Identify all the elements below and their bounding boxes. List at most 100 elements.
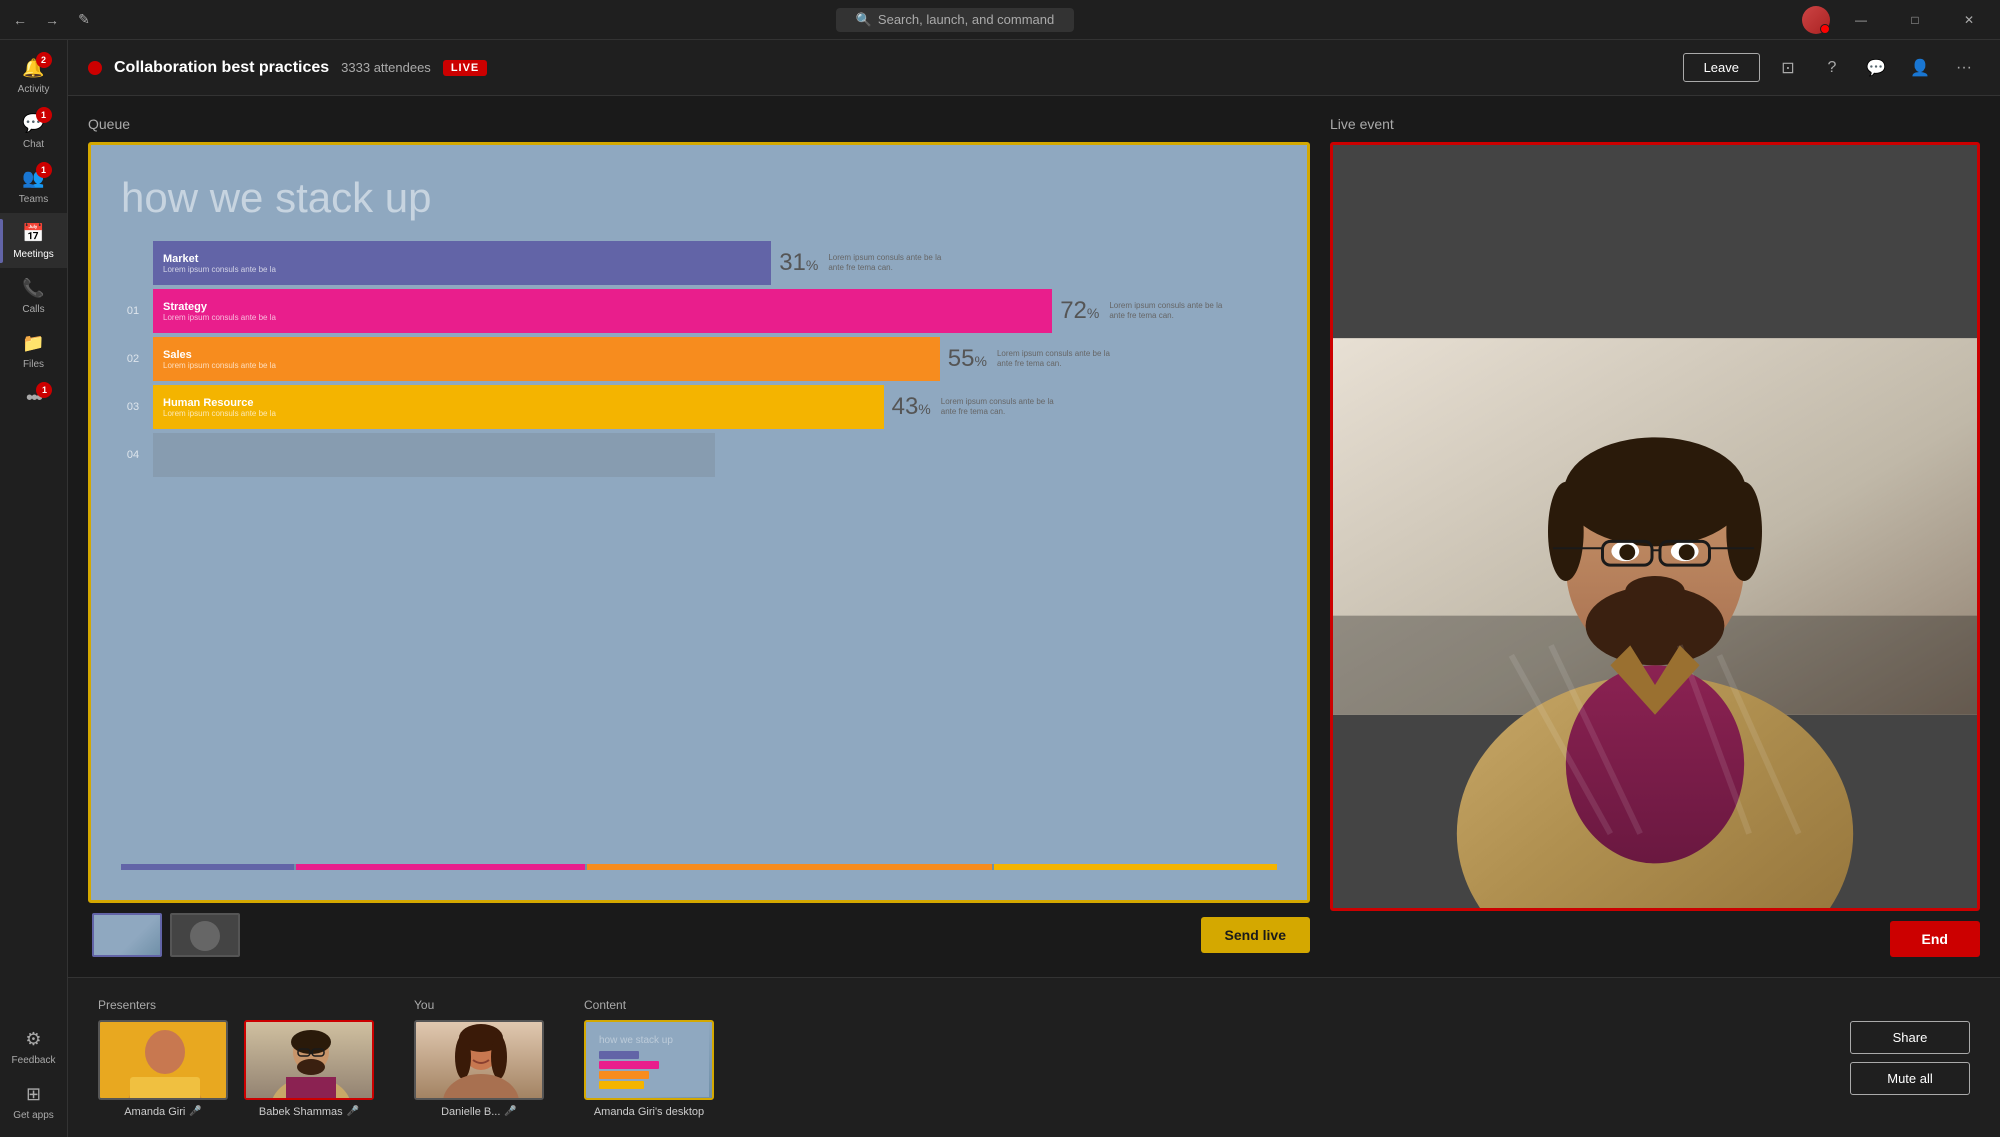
sales-pct: 55%	[948, 345, 987, 373]
thumb-1-inner	[94, 915, 160, 955]
leave-button[interactable]: Leave	[1683, 53, 1760, 82]
chart-row-right-0: 31% Lorem ipsum consuls ante be laante f…	[771, 249, 941, 277]
mute-all-button[interactable]: Mute all	[1850, 1062, 1970, 1095]
search-placeholder: Search, launch, and command	[878, 12, 1054, 27]
chart-bar-container-4	[153, 433, 1277, 477]
content-name: Amanda Giri's desktop	[594, 1106, 704, 1118]
end-button[interactable]: End	[1890, 921, 1980, 957]
chart-bar-strategy: Strategy Lorem ipsum consuls ante be la	[153, 289, 1052, 333]
user-avatar[interactable]	[1802, 6, 1830, 34]
get-apps-icon: ⊞	[22, 1082, 46, 1106]
queue-section: Queue how we stack up Market	[88, 116, 1310, 957]
nav-buttons: ← → ✎	[8, 8, 96, 32]
teams-badge: 1	[36, 162, 52, 178]
activity-icon: 🔔 2	[22, 56, 46, 80]
sidebar-item-more[interactable]: ••• 1	[0, 378, 67, 418]
people-icon: 👤	[1910, 58, 1930, 78]
sidebar-item-feedback[interactable]: ⚙ Feedback	[0, 1019, 67, 1074]
teams-icon: 👥 1	[22, 166, 46, 190]
chart-bar-04	[153, 433, 715, 477]
people-button[interactable]: 👤	[1904, 52, 1936, 84]
sidebar-item-calls[interactable]: 📞 Calls	[0, 268, 67, 323]
content-area: Queue how we stack up Market	[68, 96, 2000, 1137]
thumb-2[interactable]	[170, 913, 240, 957]
participant-card-amanda: Amanda Giri 🎤	[98, 1020, 228, 1118]
content-card-desktop[interactable]: how we stack up	[584, 1020, 714, 1100]
chart-row-sales: 02 Sales Lorem ipsum consuls ante be la …	[121, 337, 1277, 381]
thumb-2-inner	[172, 915, 238, 955]
babek-name: Babek Shammas 🎤	[259, 1106, 359, 1118]
maximize-button[interactable]: □	[1892, 4, 1938, 36]
window-actions: — □ ✕	[1802, 4, 1992, 36]
chart-row-market: Market Lorem ipsum consuls ante be la 31…	[121, 241, 1277, 285]
hr-sub: Lorem ipsum consuls ante be la	[163, 409, 874, 418]
close-button[interactable]: ✕	[1946, 4, 1992, 36]
danielle-video-svg	[416, 1022, 544, 1100]
presenters-cards: Amanda Giri 🎤	[98, 1020, 374, 1118]
participant-video-danielle[interactable]	[414, 1020, 544, 1100]
captions-button[interactable]: ⊡	[1772, 52, 1804, 84]
babek-video-svg	[246, 1022, 374, 1100]
share-button[interactable]: Share	[1850, 1021, 1970, 1054]
sidebar-item-meetings[interactable]: 📅 Meetings	[0, 213, 67, 268]
chart-bar-container-3: Human Resource Lorem ipsum consuls ante …	[153, 385, 1277, 429]
slide-title: how we stack up	[121, 175, 1277, 221]
feedback-icon: ⚙	[22, 1027, 46, 1051]
edit-button[interactable]: ✎	[72, 8, 96, 32]
sidebar-item-label-chat: Chat	[23, 139, 44, 150]
danielle-mic-icon: 🎤	[504, 1106, 516, 1117]
sidebar-item-chat[interactable]: 💬 1 Chat	[0, 103, 67, 158]
content-cards: how we stack up Amanda Giri's desk	[584, 1020, 714, 1118]
chart-area: Market Lorem ipsum consuls ante be la 31…	[121, 241, 1277, 844]
svg-text:how we stack up: how we stack up	[599, 1035, 673, 1046]
chart-row-strategy: 01 Strategy Lorem ipsum consuls ante be …	[121, 289, 1277, 333]
sidebar-item-activity[interactable]: 🔔 2 Activity	[0, 48, 67, 103]
top-bar-actions: Leave ⊡ ? 💬 👤 ···	[1683, 52, 1980, 84]
thumb-1[interactable]	[92, 913, 162, 957]
chart-row-right-3: 43% Lorem ipsum consuls ante be laante f…	[884, 393, 1054, 421]
sidebar-item-get-apps[interactable]: ⊞ Get apps	[0, 1074, 67, 1129]
participant-card-danielle: Danielle B... 🎤	[414, 1020, 544, 1118]
queue-bottom: Send live	[88, 913, 1310, 957]
participant-video-babek[interactable]	[244, 1020, 374, 1100]
search-bar[interactable]: 🔍 Search, launch, and command	[108, 8, 1802, 32]
chart-num-1: 01	[121, 305, 145, 317]
chat-icon: 💬	[1866, 58, 1886, 78]
more-badge: 1	[36, 382, 52, 398]
send-live-button[interactable]: Send live	[1201, 917, 1310, 953]
minimize-button[interactable]: —	[1838, 4, 1884, 36]
participants-bar: Presenters	[68, 977, 2000, 1137]
sidebar-item-teams[interactable]: 👥 1 Teams	[0, 158, 67, 213]
files-icon: 📁	[22, 331, 46, 355]
progress-seg-1	[121, 864, 294, 870]
forward-button[interactable]: →	[40, 8, 64, 32]
qa-button[interactable]: ?	[1816, 52, 1848, 84]
sidebar-item-label-teams: Teams	[19, 194, 48, 205]
title-bar: ← → ✎ 🔍 Search, launch, and command — □ …	[0, 0, 2000, 40]
chart-row-04: 04	[121, 433, 1277, 477]
thumb-2-person	[190, 921, 220, 951]
babek-mic-icon: 🎤	[347, 1106, 359, 1117]
back-button[interactable]: ←	[8, 8, 32, 32]
content-label: Content	[584, 998, 714, 1012]
more-options-button[interactable]: ···	[1948, 52, 1980, 84]
app-layout: 🔔 2 Activity 💬 1 Chat 👥 1 Teams 📅 Meetin…	[0, 40, 2000, 1137]
sales-label: Sales	[163, 349, 930, 361]
you-cards: Danielle B... 🎤	[414, 1020, 544, 1118]
sidebar-item-files[interactable]: 📁 Files	[0, 323, 67, 378]
live-event-section: Live event	[1330, 116, 1980, 957]
chat-button[interactable]: 💬	[1860, 52, 1892, 84]
market-label: Market	[163, 253, 761, 265]
content-preview-svg: how we stack up	[589, 1023, 709, 1097]
progress-seg-3	[587, 864, 992, 870]
participants-actions: Share Mute all	[1850, 1021, 1970, 1095]
participant-video-amanda[interactable]	[98, 1020, 228, 1100]
meetings-icon: 📅	[22, 221, 46, 245]
amanda-mic-icon: 🎤	[189, 1106, 201, 1117]
market-pct: 31%	[779, 249, 818, 277]
meeting-title: Collaboration best practices	[114, 59, 329, 77]
thumbnails-row	[88, 913, 244, 957]
live-event-label: Live event	[1330, 116, 1980, 132]
danielle-name: Danielle B... 🎤	[441, 1106, 517, 1118]
hr-desc: Lorem ipsum consuls ante be laante fre t…	[941, 397, 1054, 418]
